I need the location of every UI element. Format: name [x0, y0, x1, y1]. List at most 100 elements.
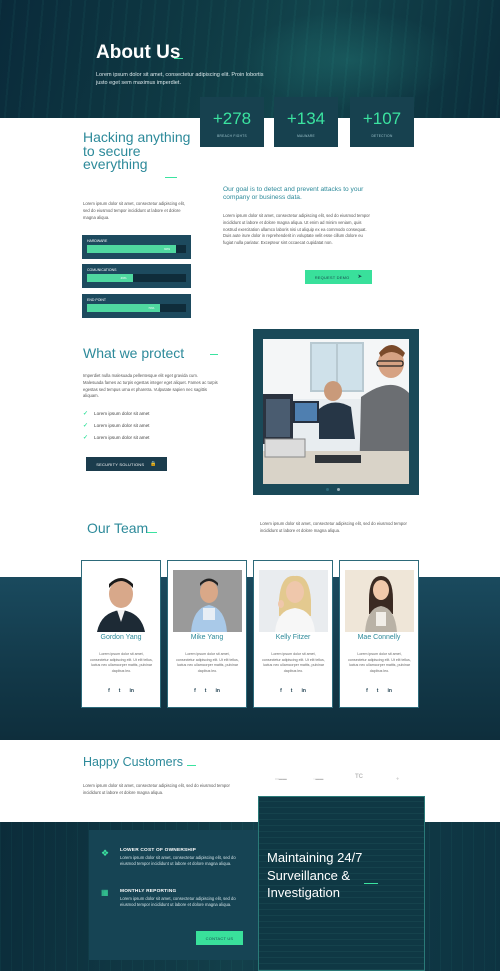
heading-underline	[147, 532, 157, 533]
skill-name: HARDWARE	[87, 239, 108, 243]
stat-label: DETECTION	[371, 134, 393, 138]
social-links: f t in	[168, 688, 246, 694]
twitter-icon[interactable]: t	[377, 688, 379, 694]
member-name: Kelly Fitzer	[275, 634, 311, 641]
protect-heading: What we protect	[83, 345, 185, 361]
button-label: REQUEST DEMO	[314, 274, 350, 280]
team-card: Gordon Yang Lorem ipsum dolor sit amet, …	[81, 560, 161, 708]
report-icon: ▦	[101, 888, 109, 897]
skill-percent: 90%	[164, 247, 171, 251]
stat-card: +278 BREACH FIGHTS	[200, 97, 264, 147]
slider-dot[interactable]	[326, 488, 329, 491]
linkedin-icon[interactable]: in	[387, 688, 391, 694]
facebook-icon[interactable]: f	[366, 688, 368, 694]
client-logo: ▭▬▬	[275, 776, 287, 781]
skill-fill	[87, 245, 177, 253]
customers-text: Lorem ipsum dolor sit amet, consectetur …	[83, 783, 230, 795]
team-text: Lorem ipsum dolor sit amet, consectetur …	[260, 521, 407, 533]
avatar	[345, 570, 414, 632]
surveillance-heading: Maintaining 24/7 Surveillance & Investig…	[267, 850, 363, 900]
stat-value: +134	[286, 109, 326, 128]
avatar	[87, 570, 156, 632]
skill-name: COMUNICATIONS	[87, 268, 117, 272]
twitter-icon[interactable]: t	[119, 688, 121, 694]
check-icon: ✓	[83, 423, 89, 429]
hacking-text: Lorem ipsum dolor sit amet, consectetur …	[83, 201, 185, 220]
list-item: ✓ Lorem ipsum dolor sit amet	[83, 434, 149, 441]
stat-card: +134 MALWARE	[274, 97, 338, 147]
heading-underline	[210, 354, 218, 355]
linkedin-icon[interactable]: in	[301, 688, 305, 694]
skill-percent: 46%	[120, 276, 127, 280]
security-solutions-button[interactable]: SECURITY SOLUTIONS 🔒	[86, 457, 167, 471]
protect-text: Imperdiet nulla malesuada pellentesque e…	[83, 373, 218, 399]
member-name: Gordon Yang	[100, 634, 142, 641]
member-bio: Lorem ipsum dolor sit amet, consectetur …	[176, 652, 239, 673]
linkedin-icon[interactable]: in	[129, 688, 133, 694]
list-item-text: Lorem ipsum dolor sit amet	[94, 435, 150, 440]
twitter-icon[interactable]: t	[205, 688, 207, 694]
client-logo: ◌▬▬	[313, 776, 324, 781]
button-label: SECURITY SOLUTIONS	[96, 461, 145, 467]
skill-name: END POINT	[87, 298, 107, 302]
facebook-icon[interactable]: f	[194, 688, 196, 694]
twitter-icon[interactable]: t	[291, 688, 293, 694]
member-bio: Lorem ipsum dolor sit amet, consectetur …	[262, 652, 325, 673]
list-item-text: Lorem ipsum dolor sit amet	[94, 423, 150, 428]
page-title: About Us	[96, 42, 181, 63]
request-demo-button[interactable]: REQUEST DEMO ➤	[305, 270, 372, 284]
check-icon: ✓	[83, 411, 89, 417]
check-icon: ✓	[83, 435, 89, 441]
list-item: ✓ Lorem ipsum dolor sit amet	[83, 422, 149, 429]
skill-bar-end-point: END POINT 74%	[82, 294, 191, 318]
member-name: Mike Yang	[190, 634, 224, 641]
member-bio: Lorem ipsum dolor sit amet, consectetur …	[348, 652, 411, 673]
feature-title: MONTHLY REPORTING	[120, 889, 177, 894]
member-bio: Lorem ipsum dolor sit amet, consectetur …	[90, 652, 153, 673]
feature-text: Lorem ipsum dolor sit amet, consectetur …	[120, 855, 236, 867]
skill-track: 46%	[87, 274, 186, 282]
team-card: Mike Yang Lorem ipsum dolor sit amet, co…	[167, 560, 247, 708]
contact-us-button[interactable]: CONTACT US	[196, 931, 243, 945]
hacking-heading: Hacking anything to secure everything	[83, 129, 191, 172]
office-photo	[263, 339, 409, 484]
button-label: CONTACT US	[205, 935, 234, 941]
customers-heading: Happy Customers	[83, 755, 184, 769]
heading-underline	[165, 177, 177, 178]
title-underline	[174, 58, 183, 59]
paper-plane-icon: ➤	[357, 274, 363, 280]
stat-label: MALWARE	[297, 134, 315, 138]
cost-icon: ❖	[101, 848, 110, 858]
skill-bar-hardware: HARDWARE 90%	[82, 235, 191, 259]
skill-track: 74%	[87, 304, 186, 312]
goal-text: Lorem ipsum dolor sit amet, consectetur …	[223, 213, 370, 246]
team-card: Mae Connelly Lorem ipsum dolor sit amet,…	[339, 560, 419, 708]
hero-subtitle: Lorem ipsum dolor sit amet, consectetur …	[96, 72, 264, 86]
team-heading: Our Team	[87, 520, 149, 536]
heading-underline	[364, 883, 378, 884]
avatar	[173, 570, 242, 632]
skill-percent: 74%	[148, 306, 155, 310]
client-logo: TC	[355, 774, 363, 780]
social-links: f t in	[340, 688, 418, 694]
heading-underline	[187, 765, 196, 766]
team-band	[0, 577, 500, 740]
team-card: Kelly Fitzer Lorem ipsum dolor sit amet,…	[253, 560, 333, 708]
social-links: f t in	[254, 688, 332, 694]
feature-text: Lorem ipsum dolor sit amet, consectetur …	[120, 896, 236, 908]
stat-value: +278	[212, 109, 252, 128]
lock-icon: 🔒	[150, 461, 157, 467]
stat-value: +107	[362, 109, 402, 128]
feature-title: LOWER COST OF OWNERSHIP	[120, 848, 197, 853]
member-name: Mae Connelly	[357, 634, 401, 641]
goal-heading: Our goal is to detect and prevent attack…	[223, 186, 364, 202]
facebook-icon[interactable]: f	[108, 688, 110, 694]
stat-card: +107 DETECTION	[350, 97, 414, 147]
facebook-icon[interactable]: f	[280, 688, 282, 694]
skill-track: 90%	[87, 245, 186, 253]
stat-label: BREACH FIGHTS	[217, 134, 247, 138]
slider-dot[interactable]	[337, 488, 340, 491]
linkedin-icon[interactable]: in	[215, 688, 219, 694]
avatar	[259, 570, 328, 632]
social-links: f t in	[82, 688, 160, 694]
